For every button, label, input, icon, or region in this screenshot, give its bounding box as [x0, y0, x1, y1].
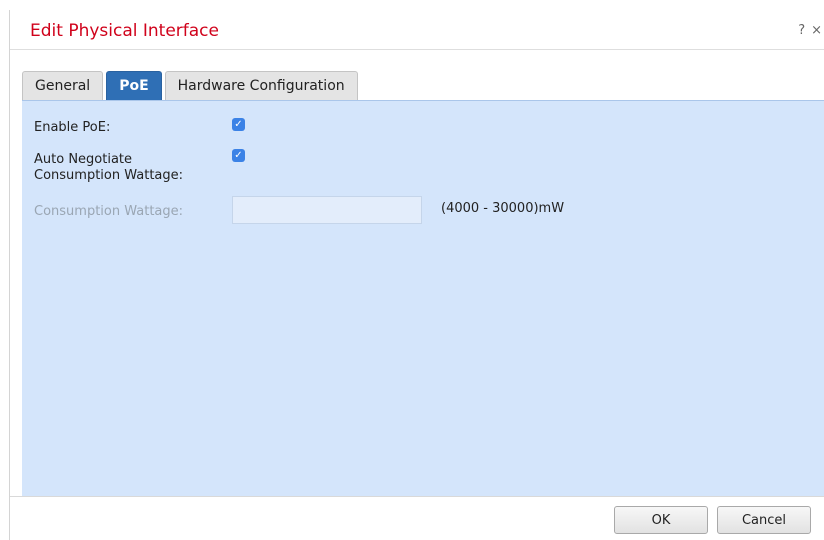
consumption-wattage-label: Consumption Wattage:	[34, 204, 184, 219]
title-actions: ? ×	[798, 23, 822, 38]
cancel-button[interactable]: Cancel	[717, 506, 811, 534]
auto-negotiate-checkbox[interactable]: ✓	[232, 149, 245, 162]
enable-poe-label: Enable PoE:	[34, 120, 111, 135]
ok-button[interactable]: OK	[614, 506, 708, 534]
wattage-range-hint: (4000 - 30000)mW	[441, 201, 565, 216]
checkmark-icon: ✓	[234, 150, 243, 161]
auto-negotiate-label-line2: Consumption Wattage:	[34, 168, 184, 183]
tab-hardware-configuration[interactable]: Hardware Configuration	[164, 71, 358, 100]
tab-poe[interactable]: PoE	[106, 71, 162, 100]
close-icon[interactable]: ×	[811, 23, 822, 38]
dialog-left-border	[9, 10, 10, 540]
edit-physical-interface-dialog: Edit Physical Interface ? × General PoE …	[0, 0, 824, 540]
auto-negotiate-label-line1: Auto Negotiate	[34, 152, 133, 167]
footer-divider	[10, 496, 824, 497]
title-divider	[10, 49, 824, 50]
help-icon[interactable]: ?	[798, 23, 805, 38]
poe-panel: Enable PoE: ✓ Auto Negotiate Consumption…	[22, 100, 824, 496]
tab-bar: General PoE Hardware Configuration	[22, 71, 361, 100]
enable-poe-checkbox[interactable]: ✓	[232, 118, 245, 131]
tab-general[interactable]: General	[22, 71, 104, 100]
consumption-wattage-input[interactable]	[232, 196, 422, 224]
checkmark-icon: ✓	[234, 119, 243, 130]
dialog-title: Edit Physical Interface	[30, 21, 219, 41]
